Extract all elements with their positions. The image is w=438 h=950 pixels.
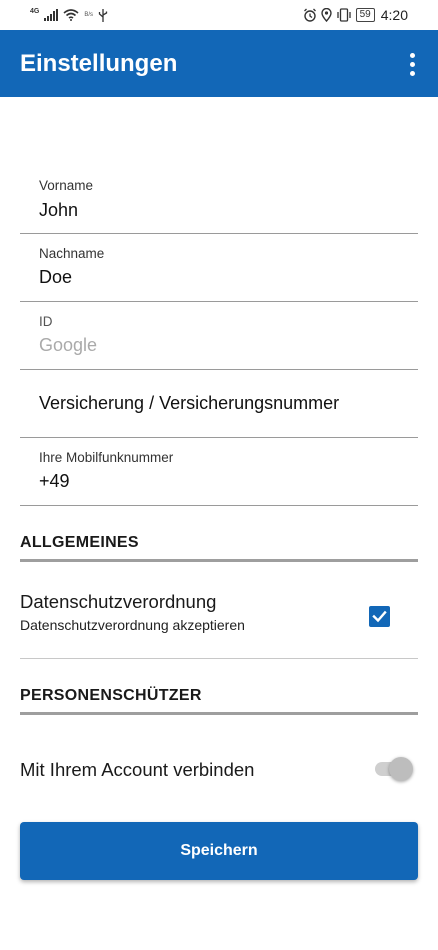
- data-speed: B/s: [84, 12, 94, 18]
- signal-icon: [44, 9, 59, 21]
- save-button[interactable]: Speichern: [20, 822, 418, 880]
- clock: 4:20: [380, 7, 408, 23]
- status-bar: 4G B/s 59 4:20: [0, 0, 438, 30]
- insurance-value: Versicherung / Versicherungsnummer: [39, 393, 340, 413]
- status-bar-right: 59 4:20: [303, 6, 408, 24]
- insurance-field[interactable]: Versicherung / Versicherungsnummer: [20, 370, 418, 438]
- id-label: ID: [39, 314, 53, 329]
- vibrate-icon: [336, 8, 351, 22]
- privacy-subtitle: Datenschutzverordnung akzeptieren: [20, 617, 245, 633]
- privacy-title: Datenschutzverordnung: [20, 591, 217, 612]
- app-bar: Einstellungen: [0, 30, 438, 97]
- connect-account-switch[interactable]: [373, 754, 415, 784]
- id-field[interactable]: ID Google: [20, 302, 418, 370]
- mobile-number-field[interactable]: Ihre Mobilfunknummer +49: [20, 438, 418, 506]
- location-icon: [320, 8, 332, 22]
- wifi-icon: [63, 9, 79, 21]
- section-divider-protector: [20, 712, 418, 715]
- connect-account-title: Mit Ihrem Account verbinden: [20, 759, 255, 780]
- last-name-field[interactable]: Nachname Doe: [20, 234, 418, 302]
- first-name-label: Vorname: [39, 178, 94, 193]
- check-icon: [372, 610, 387, 623]
- mobile-number-value: +49: [39, 471, 70, 491]
- battery-icon: 59: [355, 8, 375, 22]
- status-bar-left: 4G B/s: [30, 7, 108, 23]
- switch-thumb: [389, 757, 413, 781]
- section-title-protector: PERSONENSCHÜTZER: [20, 687, 202, 704]
- id-placeholder: Google: [39, 335, 98, 355]
- usb-icon: [98, 8, 108, 22]
- first-name-field[interactable]: Vorname John: [20, 168, 418, 234]
- section-title-general: ALLGEMEINES: [20, 534, 139, 551]
- network-type: 4G: [30, 7, 40, 15]
- section-divider-general: [20, 559, 418, 562]
- last-name-value: Doe: [39, 267, 73, 287]
- page-title: Einstellungen: [20, 50, 178, 77]
- privacy-checkbox[interactable]: [369, 606, 390, 627]
- last-name-label: Nachname: [39, 246, 105, 261]
- mobile-number-label: Ihre Mobilfunknummer: [39, 450, 174, 465]
- more-vert-icon[interactable]: [400, 47, 424, 81]
- preference-divider: [20, 658, 418, 659]
- first-name-value: John: [39, 200, 79, 220]
- alarm-icon: [303, 8, 316, 22]
